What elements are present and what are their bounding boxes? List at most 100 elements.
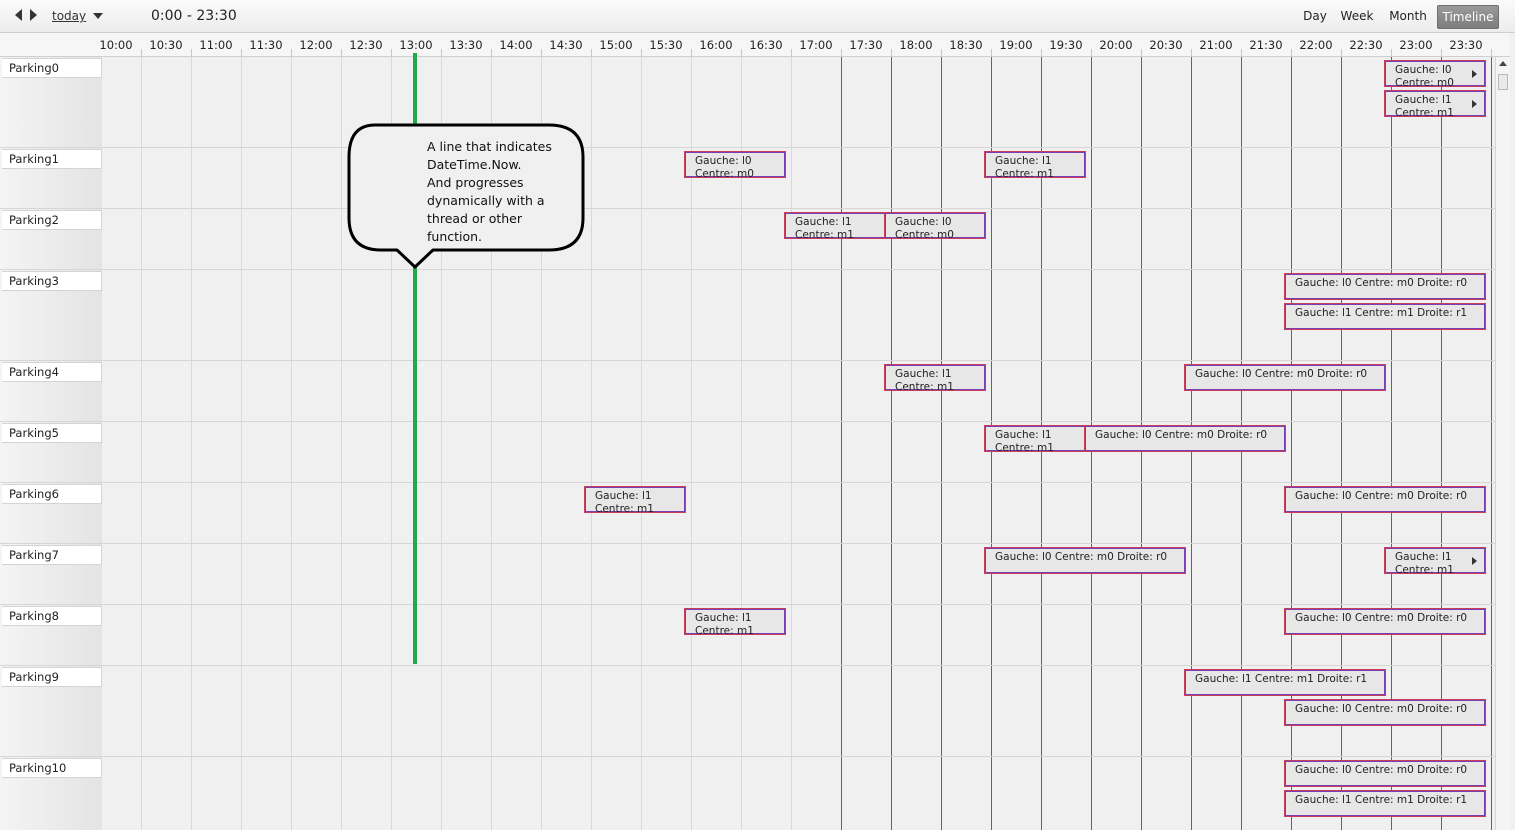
scheduler-app: today 0:00 - 23:30 Day Week Month Timeli… [0,0,1515,830]
event-text: Gauche: l1 Centre: m1 [995,429,1054,452]
event-block[interactable]: Gauche: l0 Centre: m0 [684,151,786,178]
row-label-parking6[interactable]: Parking6 [2,484,102,504]
row-separator [0,269,1510,270]
event-block[interactable]: Gauche: l0 Centre: m0 Droite: r0 [1284,273,1486,300]
event-block[interactable]: Gauche: l0 Centre: m0 Droite: r0 [984,547,1186,574]
chevron-down-icon[interactable] [92,11,104,21]
row-separator [0,421,1510,422]
event-text: Gauche: l0 Centre: m0 Droite: r0 [1295,490,1468,502]
event-block[interactable]: Gauche: l0 Centre: m0 Droite: r0 [1284,699,1486,726]
grid-line [641,57,642,830]
time-tick-label: 21:00 [1199,38,1233,52]
event-text: Gauche: l0 Centre: m0 Droite: r0 [1295,612,1468,624]
prev-arrow-icon[interactable] [13,7,27,23]
annotation-text-content: A line that indicates DateTime.Now. And … [427,139,552,244]
event-block[interactable]: Gauche: l0 Centre: m0 Droite: r0 [1284,486,1486,513]
time-tick-label: 17:00 [799,38,833,52]
time-tick-label: 11:30 [249,38,283,52]
time-tick-label: 14:30 [549,38,583,52]
row-label-parking4[interactable]: Parking4 [2,362,102,382]
time-tick-label: 13:00 [399,38,433,52]
event-block[interactable]: Gauche: l1 Centre: m1 Droite: r1 [1184,669,1386,696]
event-text: Gauche: l1 Centre: m1 [995,155,1054,178]
view-month-button[interactable]: Month [1384,5,1432,27]
event-block[interactable]: Gauche: l1 Centre: m1 [684,608,786,635]
scheduler-toolbar: today 0:00 - 23:30 Day Week Month Timeli… [0,0,1515,33]
row-label-parking9[interactable]: Parking9 [2,667,102,687]
vertical-scrollbar[interactable] [1495,57,1510,830]
expand-arrow-icon[interactable] [1472,70,1477,78]
time-tick-line [1491,49,1492,56]
timeline-grid: Parking0 Gauche: l0 Centre: m0 Gauche: l1 … [0,57,1510,830]
row-separator [0,147,1510,148]
annotation-text: A line that indicates DateTime.Now. And … [427,138,577,246]
event-text: Gauche: l1 Centre: m1 [895,368,954,391]
event-text: Gauche: l1 Centre: m1 [595,490,654,513]
row-separator [0,604,1510,605]
event-block[interactable]: Gauche: l1 Centre: m1 [784,212,886,239]
event-text: Gauche: l1 Centre: m1 Droite: r1 [1195,673,1368,685]
time-header: 10:00 10:30 11:00 11:30 12:00 12:30 13:00 13:30… [0,33,1510,57]
grid-line [241,57,242,830]
event-block[interactable]: Gauche: l1 Centre: m1 [1384,547,1486,574]
time-tick-label: 10:30 [149,38,183,52]
marker-line [1491,57,1492,830]
row-separator [0,208,1510,209]
scroll-up-arrow-icon[interactable] [1499,61,1507,66]
row-label-parking8[interactable]: Parking8 [2,606,102,626]
event-text: Gauche: l0 Centre: m0 Droite: r0 [1095,429,1268,441]
time-tick-label: 14:00 [499,38,533,52]
row-separator [0,543,1510,544]
event-block[interactable]: Gauche: l1 Centre: m1 [584,486,686,513]
event-block[interactable]: Gauche: l1 Centre: m1 Droite: r1 [1284,303,1486,330]
marker-line [941,57,942,830]
event-block[interactable]: Gauche: l0 Centre: m0 Droite: r0 [1084,425,1286,452]
grid-line [291,57,292,830]
time-tick-label: 20:30 [1149,38,1183,52]
view-week-button[interactable]: Week [1338,5,1376,27]
next-arrow-icon[interactable] [29,7,43,23]
event-text: Gauche: l1 Centre: m1 [1395,551,1454,574]
row-label-parking0[interactable]: Parking0 [2,58,102,78]
row-label-parking7[interactable]: Parking7 [2,545,102,565]
view-day-button[interactable]: Day [1298,5,1332,27]
grid-line [141,57,142,830]
row-label-parking10[interactable]: Parking10 [2,758,102,778]
event-block[interactable]: Gauche: l1 Centre: m1 [984,425,1086,452]
time-tick-label: 19:30 [1049,38,1083,52]
scrollbar-thumb[interactable] [1498,74,1508,90]
event-text: Gauche: l0 Centre: m0 [895,216,954,239]
event-text: Gauche: l0 Centre: m0 Droite: r0 [1195,368,1368,380]
expand-arrow-icon[interactable] [1472,100,1477,108]
expand-arrow-icon[interactable] [1472,557,1477,565]
today-link[interactable]: today [52,9,86,23]
event-block[interactable]: Gauche: l0 Centre: m0 [1384,60,1486,87]
event-block[interactable]: Gauche: l1 Centre: m1 [984,151,1086,178]
row-label-parking2[interactable]: Parking2 [2,210,102,230]
event-text: Gauche: l1 Centre: m1 Droite: r1 [1295,307,1468,319]
marker-line [891,57,892,830]
event-block[interactable]: Gauche: l1 Centre: m1 [884,364,986,391]
time-tick-label: 21:30 [1249,38,1283,52]
event-block[interactable]: Gauche: l1 Centre: m1 [1384,90,1486,117]
grid-line [341,57,342,830]
row-label-parking1[interactable]: Parking1 [2,149,102,169]
time-tick-label: 13:30 [449,38,483,52]
time-tick-label: 23:30 [1449,38,1483,52]
event-block[interactable]: Gauche: l0 Centre: m0 Droite: r0 [1184,364,1386,391]
time-tick-label: 23:00 [1399,38,1433,52]
time-tick-label: 12:30 [349,38,383,52]
time-tick-label: 18:00 [899,38,933,52]
event-block[interactable]: Gauche: l0 Centre: m0 Droite: r0 [1284,760,1486,787]
time-tick-label: 15:30 [649,38,683,52]
marker-line [841,57,842,830]
event-block[interactable]: Gauche: l0 Centre: m0 Droite: r0 [1284,608,1486,635]
view-timeline-button[interactable]: Timeline [1437,5,1499,29]
grid-line [791,57,792,830]
row-label-parking3[interactable]: Parking3 [2,271,102,291]
event-text: Gauche: l1 Centre: m1 Droite: r1 [1295,794,1468,806]
row-separator [0,756,1510,757]
event-block[interactable]: Gauche: l1 Centre: m1 Droite: r1 [1284,790,1486,817]
row-label-parking5[interactable]: Parking5 [2,423,102,443]
event-block[interactable]: Gauche: l0 Centre: m0 [884,212,986,239]
